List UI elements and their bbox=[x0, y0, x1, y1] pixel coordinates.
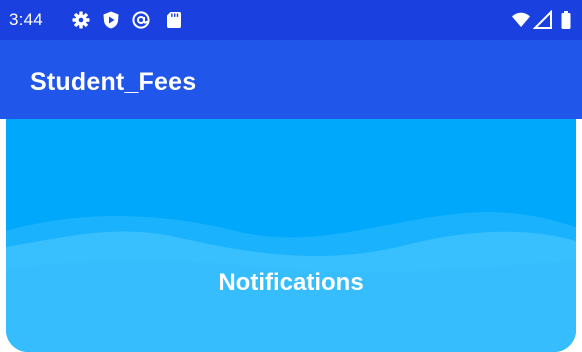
sd-card-icon bbox=[167, 12, 181, 28]
notifications-title: Notifications bbox=[218, 269, 364, 296]
notifications-banner[interactable]: Notifications bbox=[6, 119, 576, 352]
wifi-icon bbox=[512, 12, 530, 27]
shield-icon bbox=[103, 11, 119, 29]
battery-icon bbox=[561, 11, 571, 29]
at-sign-icon bbox=[132, 11, 150, 29]
status-time: 3:44 bbox=[9, 10, 43, 29]
gear-icon bbox=[72, 11, 90, 29]
status-bar: 3:44 bbox=[0, 0, 582, 40]
app-title: Student_Fees bbox=[30, 68, 197, 96]
app-bar: Student_Fees bbox=[0, 40, 582, 119]
wave-background bbox=[6, 212, 576, 352]
app-screen: 3:44 Student_Fees Notifications bbox=[0, 0, 582, 352]
cell-signal-icon bbox=[533, 10, 552, 29]
